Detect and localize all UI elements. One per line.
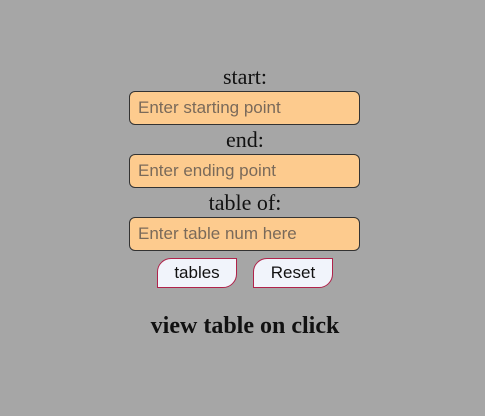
table-output-message: view table on click xyxy=(150,313,340,339)
end-label: end: xyxy=(226,127,264,152)
tables-button[interactable]: tables xyxy=(157,258,237,288)
start-input[interactable] xyxy=(129,91,360,125)
table-of-label: table of: xyxy=(208,190,282,215)
table-number-input[interactable] xyxy=(129,217,360,251)
table-generator-form: start: end: table of: tables Reset view … xyxy=(0,0,485,416)
start-label: start: xyxy=(223,64,267,89)
end-input[interactable] xyxy=(129,154,360,188)
reset-button[interactable]: Reset xyxy=(253,258,333,288)
